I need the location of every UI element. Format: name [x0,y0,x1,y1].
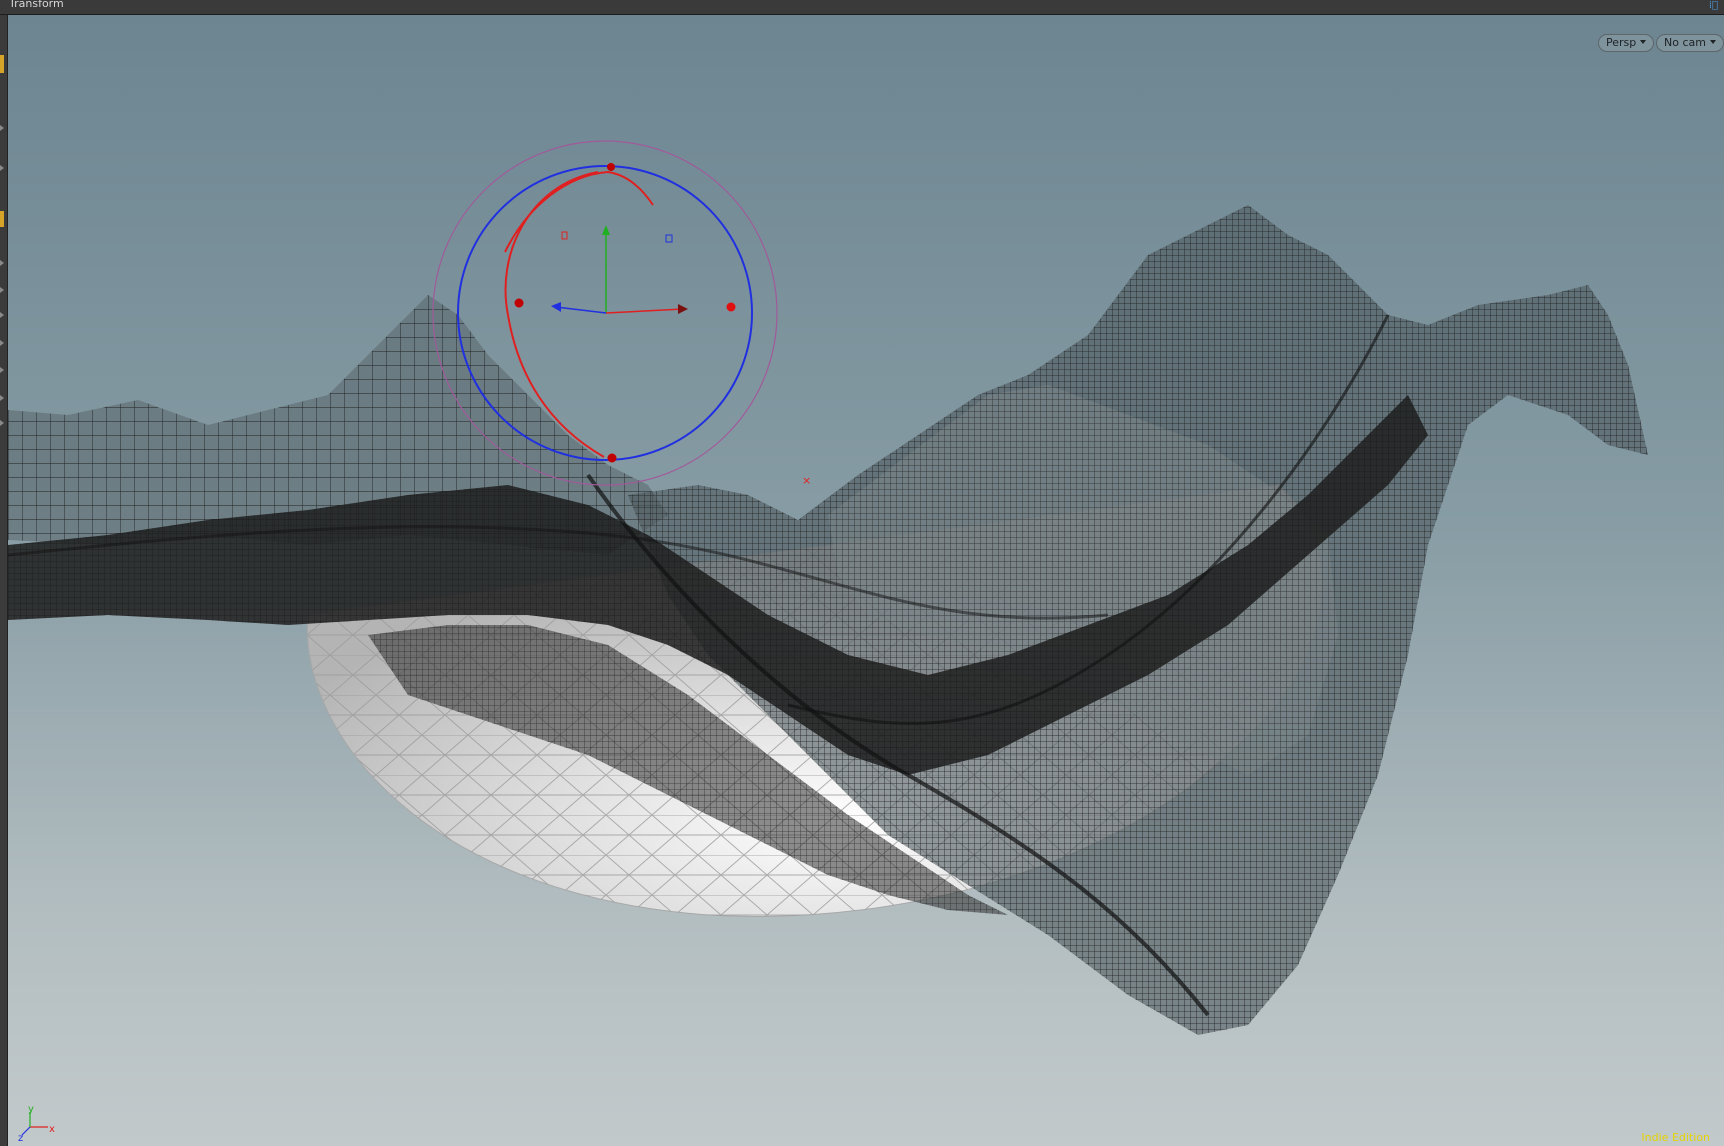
view-menu-label: Persp [1606,36,1637,49]
rotate-pivot-bottom[interactable] [607,453,617,463]
camera-menu-label: No cam [1664,36,1706,49]
axis-label-y: y [28,1104,34,1115]
toolbar-active-marker [0,55,4,73]
houdini-viewer-window: Transform ⁞⃝ × x y z Persp No cam Indie … [0,0,1724,1146]
camera-menu-button[interactable]: No cam [1656,34,1724,52]
toolbar-expand-icon[interactable] [0,125,4,131]
toolbar-expand-icon[interactable] [0,165,4,171]
translate-y-arrow[interactable] [602,225,610,235]
network-pin-icon[interactable]: ⁞⃝ [1709,0,1718,11]
toolbar-expand-icon[interactable] [0,367,4,373]
scale-z-handle[interactable] [665,234,673,243]
toolbar-expand-icon[interactable] [0,260,4,266]
pane-title-bar: Transform ⁞⃝ [0,0,1724,15]
left-toolbar-rail [0,15,8,1146]
toolbar-expand-icon[interactable] [0,287,4,293]
translate-z-axis[interactable] [555,306,607,314]
chevron-down-icon [1640,40,1647,44]
rotate-x-ring-arc[interactable] [504,170,654,253]
view-menu-button[interactable]: Persp [1598,34,1655,52]
origin-marker: × [802,474,811,487]
pane-title: Transform [9,0,64,10]
scene-canvas[interactable]: × x y z [8,15,1724,1146]
rotate-pivot-right[interactable] [726,302,736,312]
axis-label-z: z [18,1133,23,1144]
rotate-pivot-top[interactable] [607,163,615,171]
toolbar-expand-icon[interactable] [0,340,4,346]
rotate-pivot-left[interactable] [514,298,524,308]
chevron-down-icon [1709,40,1716,44]
edition-label: Indie Edition [1641,1131,1710,1144]
translate-x-arrow[interactable] [678,304,688,314]
toolbar-expand-icon[interactable] [0,420,4,426]
translate-x-axis[interactable] [605,308,684,314]
scene-viewport[interactable]: × x y z Persp No cam Indie Edition [8,15,1724,1146]
toolbar-expand-icon[interactable] [0,312,4,318]
translate-z-arrow[interactable] [551,302,561,312]
toolbar-active-marker [0,211,4,227]
scale-x-handle[interactable] [561,231,568,240]
toolbar-expand-icon[interactable] [0,395,4,401]
orientation-axes-indicator: x y z [18,1104,55,1144]
axis-label-x: x [49,1124,55,1135]
